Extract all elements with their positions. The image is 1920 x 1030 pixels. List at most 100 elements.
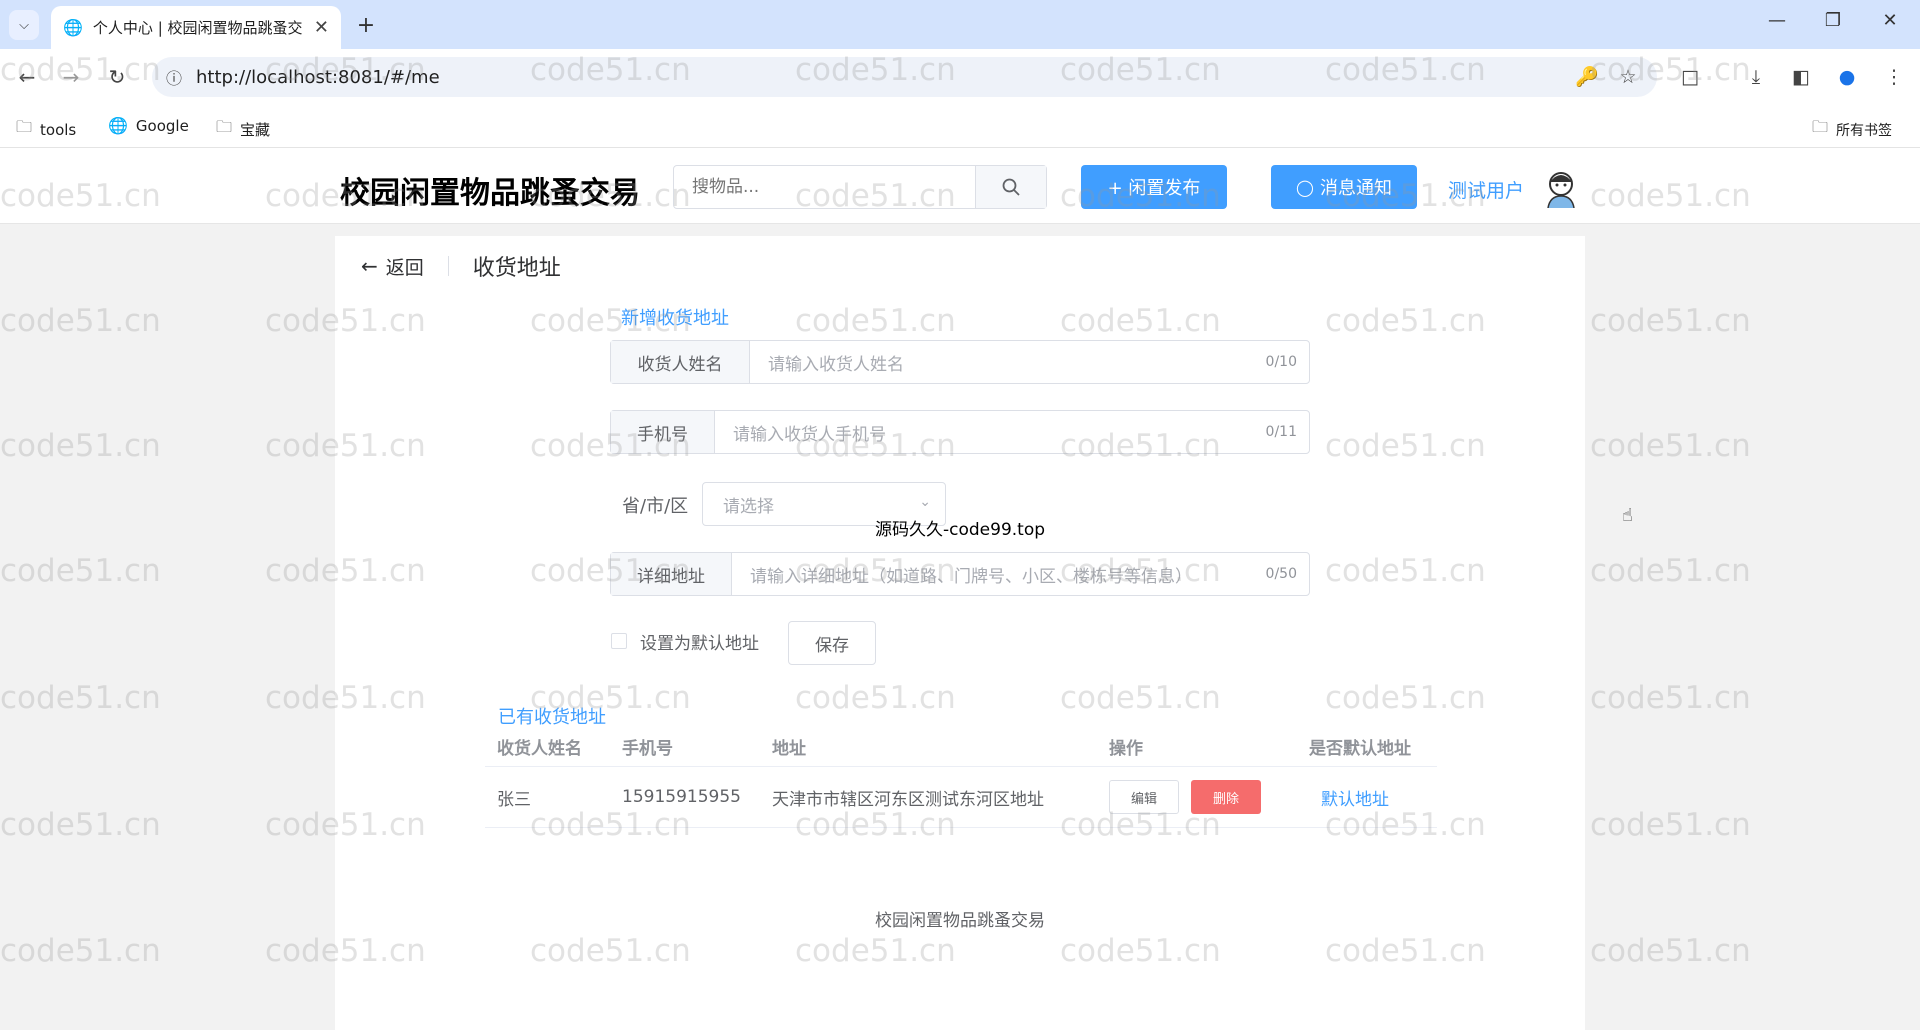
watermark-text: code51.cn [0,680,161,716]
save-button[interactable]: 保存 [788,621,876,665]
address-bar[interactable]: ⓘ http://localhost:8081/#/me [152,57,1657,97]
detail-address-field[interactable]: 详细地址 请输入详细地址（如道路、门牌号、小区、楼栋号等信息） 0/50 [610,552,1310,596]
footer-text: 校园闲置物品跳蚤交易 [875,911,1045,931]
mouse-cursor-icon: ☝ [1622,505,1633,526]
extensions-icon[interactable]: □ [1676,63,1704,91]
forward-arrow-icon[interactable]: → [56,62,86,92]
globe-icon: 🌐 [63,18,83,37]
url-text: http://localhost:8081/#/me [196,66,440,88]
new-tab-button[interactable]: + [352,12,380,40]
more-menu-icon[interactable]: ⋮ [1880,63,1908,91]
browser-tab-bar: ⌵ 🌐 个人中心 | 校园闲置物品跳蚤交 ✕ + — ❐ ✕ [0,0,1920,49]
watermark-text: code51.cn [0,807,161,843]
search-icon [1002,178,1020,196]
phone-label: 手机号 [611,411,715,453]
reload-icon[interactable]: ↻ [102,62,132,92]
column-header: 操作 [1097,726,1297,767]
globe-icon: 🌐 [108,116,128,135]
watermark-text: code51.cn [1590,553,1751,589]
column-header: 收货人姓名 [485,726,610,767]
default-status-cell: 默认地址 [1297,766,1437,828]
watermark-text: code51.cn [0,553,161,589]
search-box [673,165,1047,209]
folder-icon: 🗀 [1812,117,1829,136]
tab-title: 个人中心 | 校园闲置物品跳蚤交 [92,19,303,37]
detail-address-counter: 0/50 [1265,566,1297,582]
delete-button[interactable]: 删除 [1191,780,1261,814]
search-button[interactable] [975,166,1046,208]
column-header: 手机号 [610,726,760,767]
address-cell: 天津市市辖区河东区测试东河区地址 [760,766,1097,828]
watermark-text: code51.cn [0,428,161,464]
actions-cell: 编辑 删除 [1097,766,1297,828]
notify-button[interactable]: ◯ 消息通知 [1271,165,1417,209]
address-table: 收货人姓名 手机号 地址 操作 是否默认地址 张三 15915915955 天津… [485,726,1437,828]
chevron-down-icon: ⌄ [919,494,931,510]
download-icon[interactable]: ⤓ [1742,63,1770,91]
default-address-link[interactable]: 默认地址 [1321,790,1389,810]
detail-address-input[interactable]: 请输入详细地址（如道路、门牌号、小区、楼栋号等信息） [732,553,1237,595]
bookmarks-bar: 🗀 tools 🌐 Google 🗀 宝藏 🗀 所有书签 [0,104,1920,148]
table-header-row: 收货人姓名 手机号 地址 操作 是否默认地址 [485,726,1437,767]
chevron-down-icon: ⌵ [19,17,29,33]
column-header: 地址 [760,726,1097,767]
username-link[interactable]: 测试用户 [1448,176,1524,203]
site-header: 校园闲置物品跳蚤交易 + 闲置发布 ◯ 消息通知 测试用户 [0,148,1920,224]
page-title: 收货地址 [472,256,561,281]
receiver-name-input[interactable]: 请输入收货人姓名 [750,341,1237,383]
new-address-title: 新增收货地址 [621,308,729,329]
tab-search-button[interactable]: ⌵ [9,10,39,40]
browser-tab-active[interactable]: 🌐 个人中心 | 校园闲置物品跳蚤交 ✕ [51,6,341,49]
receiver-name-field[interactable]: 收货人姓名 请输入收货人姓名 0/10 [610,340,1310,384]
default-address-checkbox-label[interactable]: 设置为默认地址 [640,629,759,654]
watermark-text: code51.cn [0,303,161,339]
key-icon[interactable]: 🔑 [1573,63,1601,91]
phone-field[interactable]: 手机号 请输入收货人手机号 0/11 [610,410,1310,454]
address-card: ← 返回 收货地址 新增收货地址 收货人姓名 请输入收货人姓名 0/10 手机号… [335,236,1585,1030]
avatar[interactable] [1540,166,1582,208]
page-header: ← 返回 收货地址 [361,250,561,282]
region-label: 省/市/区 [622,496,689,517]
sidepanel-icon[interactable]: ◧ [1787,63,1815,91]
profile-icon[interactable]: ● [1833,63,1861,91]
bookmark-folder-tools[interactable]: 🗀 tools [16,116,76,143]
detail-address-label: 详细地址 [611,553,732,595]
receiver-name-counter: 0/10 [1265,354,1297,370]
table-row: 张三 15915915955 天津市市辖区河东区测试东河区地址 编辑 删除 默认地… [485,766,1437,828]
back-arrow-icon[interactable]: ← [12,62,42,92]
phone-cell: 15915915955 [610,766,760,828]
column-header: 是否默认地址 [1297,726,1437,767]
back-button[interactable]: ← 返回 [361,253,424,280]
receiver-name-cell: 张三 [485,766,610,828]
receiver-name-label: 收货人姓名 [611,341,750,383]
default-address-checkbox[interactable] [611,633,627,649]
restore-window-button[interactable]: ❐ [1818,10,1848,31]
folder-icon: 🗀 [216,117,233,136]
overlay-note: 源码久久-code99.top [875,520,1046,540]
minimize-window-button[interactable]: — [1762,10,1792,31]
watermark-text: code51.cn [1590,680,1751,716]
watermark-text: code51.cn [1590,807,1751,843]
watermark-text: code51.cn [1590,428,1751,464]
folder-icon: 🗀 [16,117,33,136]
close-tab-icon[interactable]: ✕ [314,17,329,38]
all-bookmarks-button[interactable]: 🗀 所有书签 [1812,116,1892,143]
star-icon[interactable]: ☆ [1614,63,1642,91]
watermark-text: code51.cn [1590,933,1751,969]
browser-toolbar: ← → ↻ ⓘ http://localhost:8081/#/me 🔑 ☆ □… [0,49,1920,104]
phone-input[interactable]: 请输入收货人手机号 [715,411,1237,453]
watermark-text: code51.cn [0,933,161,969]
search-input[interactable] [674,166,978,208]
close-window-button[interactable]: ✕ [1875,10,1905,31]
edit-button[interactable]: 编辑 [1109,780,1179,814]
bookmark-google[interactable]: 🌐 Google [108,116,189,135]
site-info-icon[interactable]: ⓘ [166,65,182,89]
bookmark-folder-treasure[interactable]: 🗀 宝藏 [216,116,270,143]
watermark-text: code51.cn [1590,303,1751,339]
message-icon: ◯ [1296,177,1314,197]
phone-counter: 0/11 [1265,424,1297,440]
divider [447,256,449,276]
site-title[interactable]: 校园闲置物品跳蚤交易 [340,168,640,212]
arrow-left-icon: ← [361,254,378,278]
publish-button[interactable]: + 闲置发布 [1081,165,1227,209]
